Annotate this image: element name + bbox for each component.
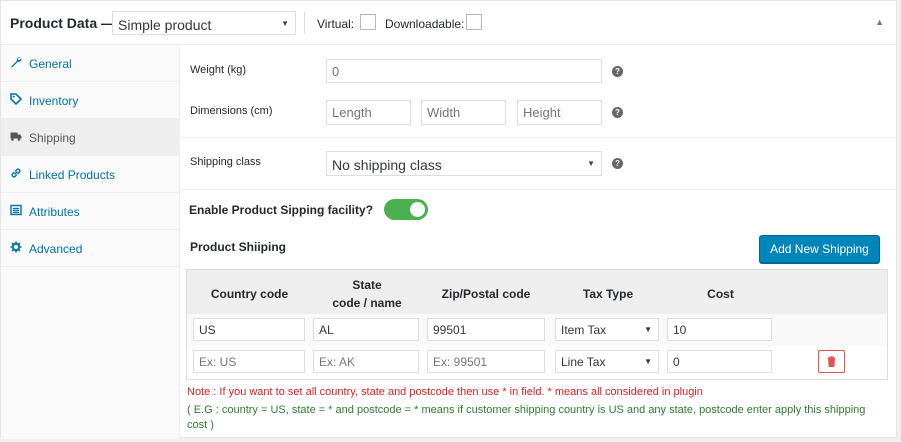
width-input[interactable]: Width [421, 100, 506, 125]
table-row: Ex: US Ex: AK Ex: 99501 Line Tax ▼ 0 [187, 346, 887, 379]
tab-label: Inventory [29, 94, 79, 108]
wrench-icon [10, 56, 22, 68]
chevron-down-icon: ▼ [281, 19, 289, 28]
facility-label: Enable Product Sipping facility? [189, 203, 374, 217]
zip-input[interactable]: 99501 [427, 318, 545, 341]
column-state-line1: State [352, 278, 382, 292]
add-new-shipping-button[interactable]: Add New Shipping [759, 235, 880, 263]
column-country: Country code [210, 287, 289, 301]
weight-input[interactable]: 0 [326, 59, 602, 83]
column-zip: Zip/Postal code [441, 287, 531, 301]
weight-placeholder: 0 [332, 64, 340, 79]
downloadable-checkbox[interactable] [466, 14, 482, 30]
cost-value: 10 [673, 323, 687, 337]
cost-input[interactable]: 0 [667, 350, 772, 373]
product-data-panel: Product Data — Simple product ▼ Virtual:… [0, 0, 897, 439]
product-data-tabs: General Inventory Shipping Linked Produc… [1, 45, 180, 439]
delete-row-button[interactable] [818, 350, 845, 373]
weight-label: Weight (kg) [190, 64, 247, 76]
country-value: US [199, 323, 216, 337]
tax-type-select[interactable]: Line Tax ▼ [555, 350, 659, 373]
note-text: Note : If you want to set all country, s… [187, 386, 703, 398]
zip-value: 99501 [433, 323, 467, 337]
dimensions-label: Dimensions (cm) [190, 105, 273, 117]
state-value: AL [319, 323, 334, 337]
zip-input[interactable]: Ex: 99501 [427, 350, 545, 373]
shipping-class-value: No shipping class [332, 157, 442, 173]
height-input[interactable]: Height [517, 100, 602, 125]
shipping-class-label: Shipping class [190, 156, 261, 168]
state-placeholder: Ex: AK [319, 355, 356, 369]
chevron-down-icon: ▼ [644, 325, 652, 334]
tab-label: Shipping [29, 131, 76, 145]
tax-type-value: Item Tax [561, 323, 607, 337]
tab-label: Linked Products [29, 168, 116, 182]
section-divider [181, 137, 896, 138]
tab-label: General [29, 57, 72, 71]
product-type-value: Simple product [118, 17, 212, 33]
product-shipping-title: Product Shiiping [190, 240, 286, 254]
zip-placeholder: Ex: 99501 [433, 355, 488, 369]
tab-advanced[interactable]: Advanced [1, 230, 179, 267]
panel-header: Product Data — Simple product ▼ Virtual:… [1, 1, 896, 45]
width-placeholder: Width [427, 105, 461, 120]
tab-shipping[interactable]: Shipping [1, 119, 179, 156]
product-type-select[interactable]: Simple product ▼ [112, 11, 296, 35]
state-input[interactable]: AL [313, 318, 419, 341]
list-icon [10, 204, 22, 216]
section-divider [181, 189, 896, 190]
header-divider [304, 12, 305, 34]
shipping-table: Country code State code / name Zip/Posta… [186, 269, 888, 380]
tax-type-value: Line Tax [561, 355, 606, 369]
downloadable-label: Downloadable: [385, 17, 465, 31]
column-state-line2: code / name [332, 296, 402, 310]
virtual-label: Virtual: [317, 17, 355, 31]
country-placeholder: Ex: US [199, 355, 237, 369]
tab-inventory[interactable]: Inventory [1, 82, 179, 119]
help-icon[interactable]: ? [612, 66, 623, 77]
table-row: US AL 99501 Item Tax ▼ 10 [187, 314, 887, 346]
cost-value: 0 [673, 355, 680, 369]
length-input[interactable]: Length [326, 100, 411, 125]
height-placeholder: Height [523, 105, 561, 120]
tag-icon [10, 93, 22, 105]
virtual-checkbox[interactable] [360, 14, 376, 30]
toggle-knob [410, 202, 425, 217]
country-input[interactable]: Ex: US [193, 350, 305, 373]
column-tax: Tax Type [582, 287, 634, 301]
tab-attributes[interactable]: Attributes [1, 193, 179, 230]
example-text: ( E.G : country = US, state = * and post… [187, 404, 866, 431]
truck-icon [10, 130, 22, 142]
cost-input[interactable]: 10 [667, 318, 772, 341]
facility-toggle[interactable] [384, 199, 428, 220]
table-header: Country code State code / name Zip/Posta… [187, 270, 887, 314]
tab-general[interactable]: General [1, 45, 179, 82]
tab-label: Attributes [29, 205, 80, 219]
link-icon [10, 167, 22, 179]
tax-type-select[interactable]: Item Tax ▼ [555, 318, 659, 341]
help-icon[interactable]: ? [612, 158, 623, 169]
panel-title: Product Data — [10, 15, 116, 31]
tab-label: Advanced [29, 242, 83, 256]
chevron-down-icon: ▼ [644, 357, 652, 366]
chevron-down-icon: ▼ [587, 159, 595, 168]
state-input[interactable]: Ex: AK [313, 350, 419, 373]
gear-icon [10, 241, 22, 253]
help-icon[interactable]: ? [612, 107, 623, 118]
collapse-toggle-icon[interactable]: ▲ [875, 17, 884, 27]
length-placeholder: Length [332, 105, 372, 120]
trash-icon [827, 356, 836, 367]
country-input[interactable]: US [193, 318, 305, 341]
shipping-class-select[interactable]: No shipping class ▼ [326, 151, 602, 176]
column-cost: Cost [707, 287, 734, 301]
tab-linked-products[interactable]: Linked Products [1, 156, 179, 193]
